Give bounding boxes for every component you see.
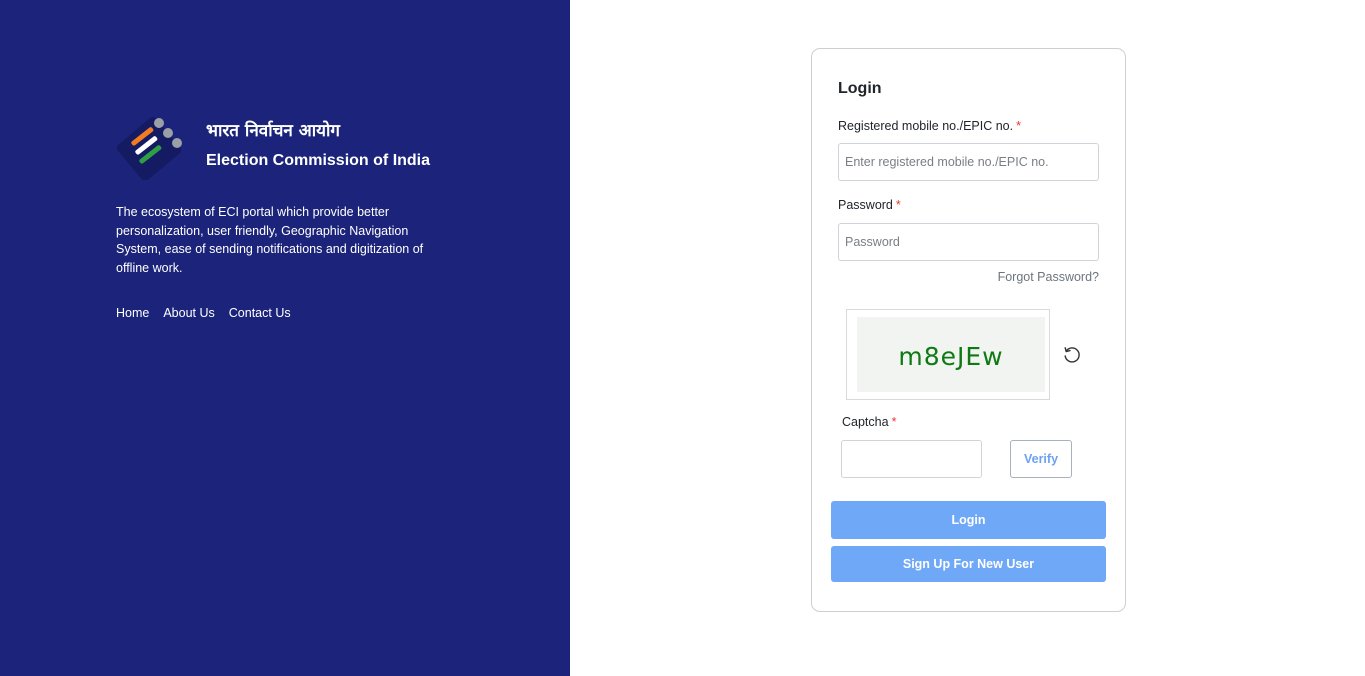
refresh-icon[interactable] bbox=[1062, 345, 1082, 365]
mobile-label: Registered mobile no./EPIC no. * bbox=[838, 119, 1021, 133]
required-mark: * bbox=[1016, 119, 1021, 133]
login-card: Login Registered mobile no./EPIC no.* Pa… bbox=[811, 48, 1126, 612]
nav-link-contact-us[interactable]: Contact Us bbox=[229, 306, 291, 320]
forgot-password-link[interactable]: Forgot Password? bbox=[998, 270, 1099, 284]
password-input[interactable] bbox=[838, 223, 1099, 261]
captcha-label-text: Captcha bbox=[842, 415, 889, 429]
nav-link-about-us[interactable]: About Us bbox=[163, 306, 214, 320]
password-label: Password * bbox=[838, 198, 901, 212]
mobile-epic-input[interactable] bbox=[838, 143, 1099, 181]
eci-logo-icon bbox=[116, 114, 188, 182]
password-label-text: Password bbox=[838, 198, 893, 212]
captcha-label: Captcha * bbox=[842, 415, 896, 429]
portal-description: The ecosystem of ECI portal which provid… bbox=[116, 205, 424, 275]
brand: भारत निर्वाचन आयोग Election Commission o… bbox=[116, 114, 431, 182]
footer-nav: Home About Us Contact Us bbox=[116, 306, 305, 320]
captcha-box: m8eJEw bbox=[846, 309, 1050, 400]
login-button[interactable]: Login bbox=[831, 501, 1106, 539]
captcha-text: m8eJEw bbox=[898, 342, 1004, 371]
login-title: Login bbox=[838, 80, 882, 97]
captcha-image: m8eJEw bbox=[857, 317, 1045, 392]
mobile-label-text: Registered mobile no./EPIC no. bbox=[838, 119, 1014, 133]
required-mark: * bbox=[891, 415, 897, 429]
brand-english-name: Election Commission of India bbox=[206, 151, 431, 169]
required-mark: * bbox=[895, 198, 901, 212]
signup-button[interactable]: Sign Up For New User bbox=[831, 546, 1106, 582]
captcha-input[interactable] bbox=[841, 440, 982, 478]
left-panel: भारत निर्वाचन आयोग Election Commission o… bbox=[0, 0, 570, 676]
verify-button[interactable]: Verify bbox=[1010, 440, 1072, 478]
brand-hindi-name: भारत निर्वाचन आयोग bbox=[206, 120, 340, 141]
nav-link-home[interactable]: Home bbox=[116, 306, 149, 320]
